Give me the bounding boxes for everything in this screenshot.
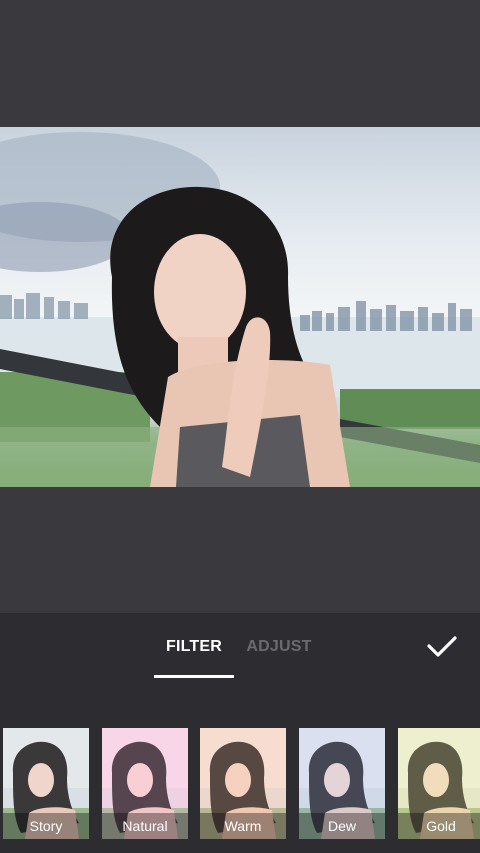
- photo-image: [0, 132, 480, 487]
- filter-label: Dew: [299, 813, 385, 839]
- photo-preview[interactable]: [0, 127, 480, 487]
- filter-label: Warm: [200, 813, 286, 839]
- filter-thumb-story[interactable]: Story: [3, 728, 89, 839]
- filter-label: Story: [3, 813, 89, 839]
- filter-thumb-gold[interactable]: Gold: [398, 728, 480, 839]
- active-tab-indicator: [154, 675, 234, 678]
- filter-thumb-warm[interactable]: Warm: [200, 728, 286, 839]
- tab-filter[interactable]: FILTER: [154, 636, 234, 658]
- filter-list[interactable]: Story Natural Warm Dew Gold: [0, 728, 480, 840]
- canvas-top-margin: [0, 0, 480, 127]
- tab-adjust[interactable]: ADJUST: [240, 636, 318, 658]
- confirm-button[interactable]: [424, 630, 460, 662]
- canvas-bottom-margin: [0, 487, 480, 613]
- filter-label: Natural: [102, 813, 188, 839]
- check-icon: [427, 636, 457, 657]
- filter-label: Gold: [398, 813, 480, 839]
- filter-thumb-natural[interactable]: Natural: [102, 728, 188, 839]
- filter-thumb-dew[interactable]: Dew: [299, 728, 385, 839]
